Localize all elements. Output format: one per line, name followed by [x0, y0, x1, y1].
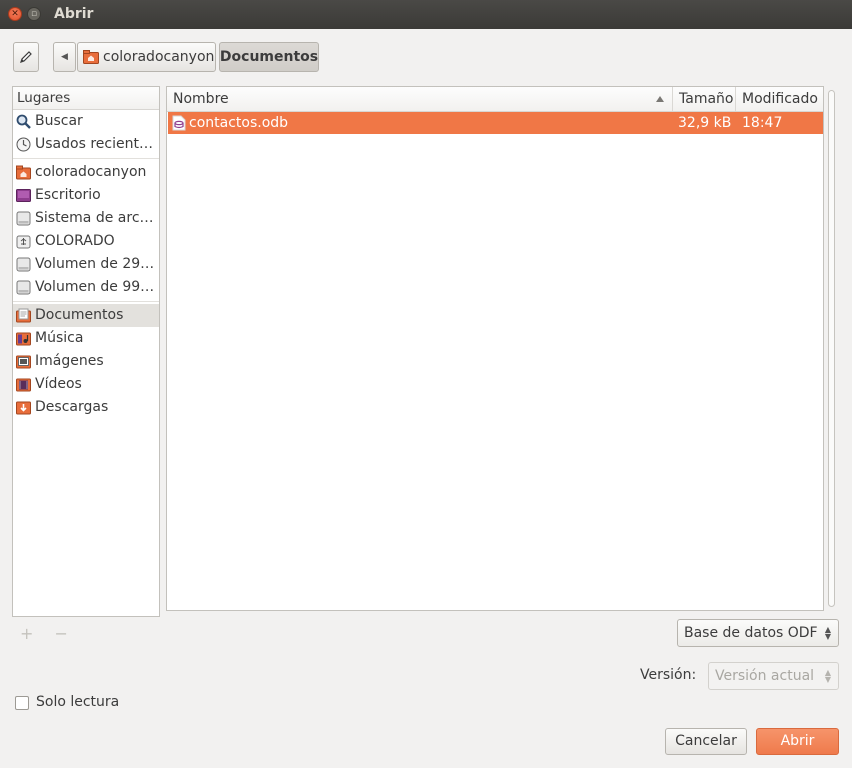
home-folder-icon: [16, 165, 31, 180]
scrollbar-thumb[interactable]: [828, 90, 835, 607]
open-button[interactable]: Abrir: [756, 728, 839, 755]
file-list-header: Nombre Tamaño Modificado: [167, 87, 823, 112]
column-header-modified[interactable]: Modificado: [736, 87, 824, 111]
window-title: Abrir: [54, 6, 94, 22]
sidebar-footer: + −: [20, 624, 84, 643]
file-name: contactos.odb: [189, 115, 289, 131]
documents-folder-icon: [16, 308, 31, 323]
breadcrumb-label: coloradocanyon: [103, 49, 215, 65]
column-label: Tamaño: [679, 91, 734, 107]
sidebar-separator: [13, 158, 159, 159]
sidebar-item-volume-99[interactable]: Volumen de 99…: [13, 276, 159, 299]
recent-icon: [16, 137, 31, 152]
sidebar-item-label: coloradocanyon: [35, 164, 147, 180]
column-label: Nombre: [173, 91, 229, 107]
version-label: Versión:: [640, 667, 697, 683]
desktop-icon: [16, 189, 31, 202]
sidebar-item-label: Volumen de 99…: [35, 279, 155, 295]
sidebar-item-label: Volumen de 29…: [35, 256, 155, 272]
breadcrumb-documentos[interactable]: Documentos: [219, 42, 319, 72]
remove-bookmark-button[interactable]: −: [55, 624, 68, 643]
sidebar-item-documentos[interactable]: Documentos: [13, 304, 159, 327]
pencil-icon: [20, 51, 32, 63]
places-sidebar: Lugares Buscar Usados recient… coloradoc…: [12, 86, 160, 617]
sidebar-item-escritorio[interactable]: Escritorio: [13, 184, 159, 207]
sidebar-item-label: Escritorio: [35, 187, 101, 203]
window-close-button[interactable]: ✕: [8, 7, 22, 21]
sidebar-item-musica[interactable]: Música: [13, 327, 159, 350]
sidebar-item-recent[interactable]: Usados recient…: [13, 133, 159, 156]
home-folder-icon: [83, 50, 99, 64]
filter-selected-value: Base de datos ODF: [684, 625, 818, 641]
readonly-label[interactable]: Solo lectura: [36, 694, 119, 710]
readonly-checkbox[interactable]: [15, 696, 29, 710]
version-select[interactable]: Versión actual ▲ ▼: [708, 662, 839, 690]
search-icon: [16, 114, 31, 129]
close-icon: ✕: [11, 8, 19, 19]
file-modified: 18:47: [742, 115, 783, 131]
sidebar-item-colorado[interactable]: COLORADO: [13, 230, 159, 253]
music-folder-icon: [16, 332, 31, 346]
sidebar-item-label: Descargas: [35, 399, 109, 415]
sidebar-item-label: Música: [35, 330, 84, 346]
odf-database-icon: [172, 115, 186, 131]
file-list-scrollbar[interactable]: [825, 86, 838, 611]
sidebar-separator: [13, 301, 159, 302]
sidebar-item-buscar[interactable]: Buscar: [13, 110, 159, 133]
sidebar-item-filesystem[interactable]: Sistema de arc…: [13, 207, 159, 230]
videos-folder-icon: [16, 378, 31, 392]
sort-ascending-icon: [656, 96, 664, 102]
file-row[interactable]: contactos.odb 32,9 kB 18:47: [168, 112, 823, 134]
sidebar-item-label: Usados recient…: [35, 136, 153, 152]
sidebar-item-descargas[interactable]: Descargas: [13, 396, 159, 419]
file-size: 32,9 kB: [678, 115, 732, 131]
sidebar-item-label: COLORADO: [35, 233, 115, 249]
sidebar-item-videos[interactable]: Vídeos: [13, 373, 159, 396]
sidebar-item-label: Documentos: [35, 307, 124, 323]
column-header-size[interactable]: Tamaño: [673, 87, 736, 111]
window-titlebar: ✕ ▫ Abrir: [0, 0, 852, 29]
pictures-folder-icon: [16, 355, 31, 369]
window-maximize-button[interactable]: ▫: [27, 7, 41, 21]
sidebar-item-label: Vídeos: [35, 376, 82, 392]
drive-icon: [16, 257, 31, 272]
column-header-name[interactable]: Nombre: [167, 87, 673, 111]
breadcrumb-home[interactable]: coloradocanyon: [77, 42, 216, 72]
file-type-filter-select[interactable]: Base de datos ODF ▲ ▼: [677, 619, 839, 647]
chevron-left-icon: ◀: [61, 52, 68, 62]
sidebar-header: Lugares: [13, 87, 159, 110]
sidebar-item-label: Imágenes: [35, 353, 104, 369]
downloads-folder-icon: [16, 401, 31, 415]
add-bookmark-button[interactable]: +: [20, 624, 33, 643]
cancel-button[interactable]: Cancelar: [665, 728, 747, 755]
sidebar-item-label: Sistema de arc…: [35, 210, 154, 226]
type-location-button[interactable]: [13, 42, 39, 72]
column-label: Modificado: [742, 91, 818, 107]
usb-drive-icon: [16, 235, 31, 249]
drive-icon: [16, 211, 31, 226]
version-selected-value: Versión actual: [715, 668, 815, 684]
sidebar-item-home[interactable]: coloradocanyon: [13, 161, 159, 184]
breadcrumb-label: Documentos: [219, 49, 319, 65]
maximize-icon: ▫: [30, 8, 38, 19]
file-list: Nombre Tamaño Modificado contactos.odb 3…: [166, 86, 824, 611]
updown-arrows-icon: ▲ ▼: [824, 668, 831, 684]
sidebar-item-label: Buscar: [35, 113, 83, 129]
path-back-button[interactable]: ◀: [53, 42, 76, 72]
updown-arrows-icon: ▲ ▼: [824, 625, 831, 641]
drive-icon: [16, 280, 31, 295]
sidebar-item-imagenes[interactable]: Imágenes: [13, 350, 159, 373]
sidebar-item-volume-29[interactable]: Volumen de 29…: [13, 253, 159, 276]
